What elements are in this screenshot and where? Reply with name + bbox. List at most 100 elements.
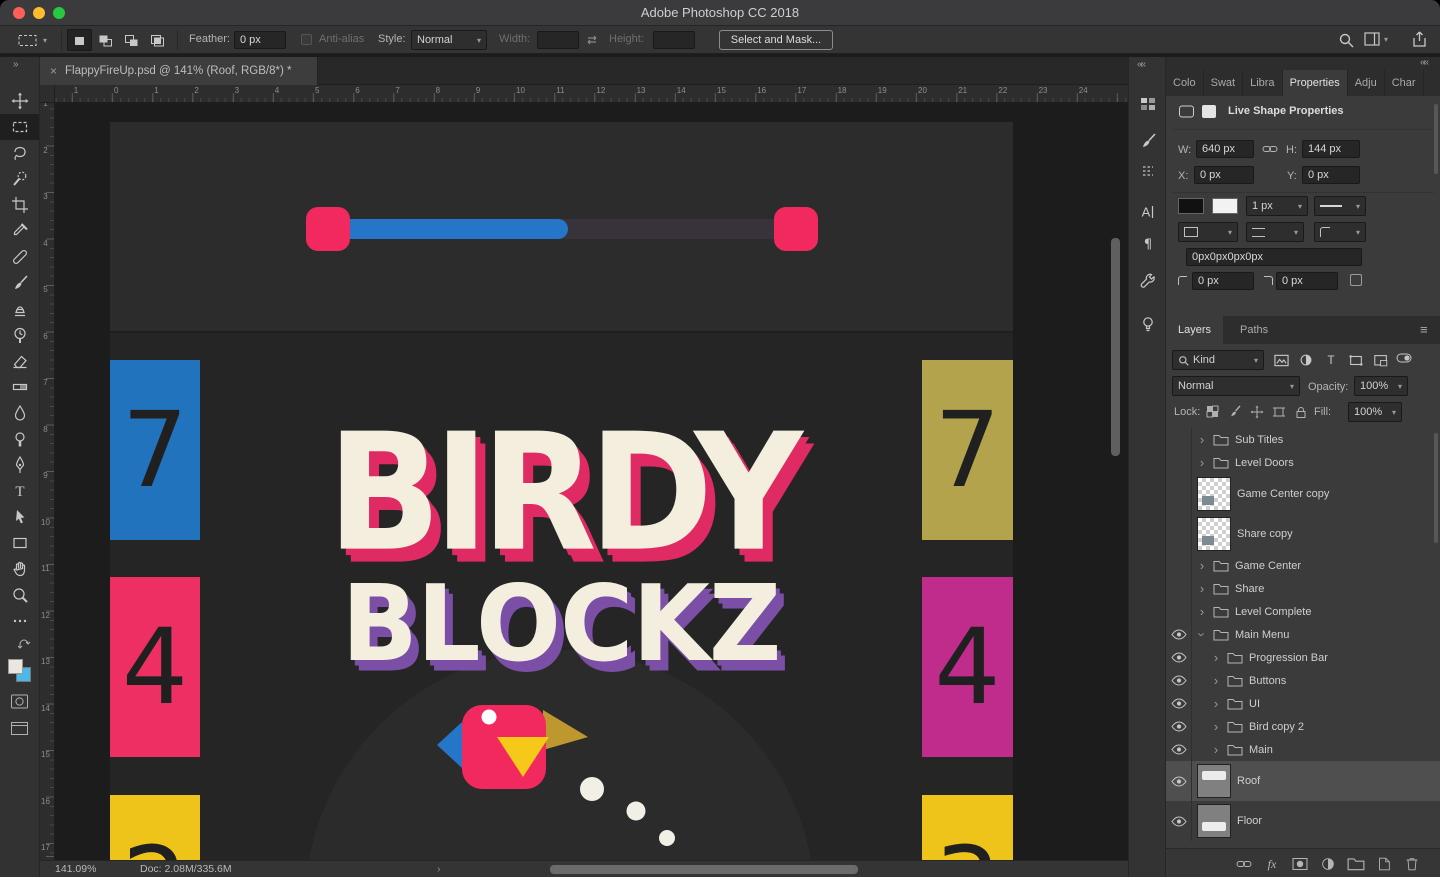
group-expand-arrow[interactable]: ›	[1197, 604, 1207, 619]
search-icon[interactable]	[1337, 32, 1355, 48]
visibility-eye-icon[interactable]	[1166, 669, 1192, 692]
group-expand-arrow[interactable]: ›	[1211, 673, 1221, 688]
visibility-toggle[interactable]	[1166, 554, 1192, 577]
fill-input[interactable]: 100%▾	[1348, 402, 1402, 422]
tool-presets-panel-icon[interactable]	[1129, 268, 1167, 294]
shape-height-input[interactable]: 144 px	[1302, 140, 1360, 158]
eraser-tool[interactable]	[0, 348, 39, 374]
document-canvas[interactable]: BIRDY BLOCKZ 742743	[110, 122, 1013, 877]
opacity-input[interactable]: 100%▾	[1354, 376, 1408, 396]
brush-settings-panel-icon[interactable]	[1129, 158, 1167, 184]
lock-transparency-icon[interactable]	[1204, 404, 1222, 420]
zoom-tool[interactable]	[0, 582, 39, 608]
zoom-level[interactable]: 141.09%	[55, 863, 96, 875]
horizontal-scrollbar-thumb[interactable]	[550, 865, 858, 874]
layer-row[interactable]: ›Bird copy 2	[1166, 715, 1440, 738]
scrollbar-thumb[interactable]	[1111, 238, 1120, 456]
visibility-eye-icon[interactable]	[1166, 738, 1192, 761]
fill-color-swatch[interactable]	[1178, 198, 1204, 214]
close-tab-icon[interactable]: ×	[50, 64, 57, 78]
group-expand-arrow[interactable]: ›	[1211, 650, 1221, 665]
group-expand-arrow[interactable]: ›	[1211, 696, 1221, 711]
corner-radius-tr-input[interactable]: 0 px	[1276, 272, 1338, 290]
layer-filter-type-select[interactable]: Kind ▾	[1172, 350, 1264, 370]
layer-thumbnail[interactable]	[1197, 477, 1231, 511]
layers-scrollbar-thumb[interactable]	[1434, 433, 1438, 543]
layer-row[interactable]: ›Main Menu	[1166, 623, 1440, 646]
share-icon[interactable]	[1412, 31, 1427, 48]
shape-x-input[interactable]: 0 px	[1194, 166, 1254, 184]
hand-tool[interactable]	[0, 556, 39, 582]
canvas-viewport[interactable]: BIRDY BLOCKZ 742743	[55, 103, 1128, 877]
rectangular-marquee-tool[interactable]	[0, 114, 39, 140]
corner-radius-summary-input[interactable]: 0px0px0px0px	[1186, 248, 1362, 266]
lock-position-icon[interactable]	[1248, 404, 1266, 420]
visibility-toggle[interactable]	[1166, 600, 1192, 623]
width-input[interactable]	[537, 31, 579, 49]
visibility-toggle[interactable]	[1166, 474, 1192, 514]
dodge-tool[interactable]	[0, 426, 39, 452]
panel-tab-char[interactable]: Char	[1385, 70, 1424, 96]
visibility-toggle[interactable]	[1166, 451, 1192, 474]
layer-row[interactable]: ›Level Doors	[1166, 451, 1440, 474]
panel-tab-properties[interactable]: Properties	[1283, 70, 1348, 96]
zoom-window-button[interactable]	[53, 7, 65, 19]
lock-pixels-icon[interactable]	[1226, 404, 1244, 420]
visibility-eye-icon[interactable]	[1166, 801, 1192, 841]
swap-width-height-icon[interactable]	[585, 34, 599, 46]
layer-row[interactable]: ›Share	[1166, 577, 1440, 600]
add-mask-icon[interactable]	[1290, 854, 1310, 874]
ruler-origin[interactable]	[40, 85, 55, 103]
group-expand-arrow[interactable]: ›	[1197, 558, 1207, 573]
group-expand-arrow[interactable]: ›	[1197, 581, 1207, 596]
layer-thumbnail[interactable]	[1197, 764, 1231, 798]
horizontal-ruler[interactable]: 1012345678910111213141516171819202122232…	[55, 85, 1128, 103]
layer-row[interactable]: Roof	[1166, 761, 1440, 801]
panel-tab-swat[interactable]: Swat	[1204, 70, 1243, 96]
screen-mode-icon[interactable]	[10, 721, 29, 736]
stroke-corners-select[interactable]: ▾	[1314, 222, 1366, 242]
lock-all-icon[interactable]	[1292, 404, 1310, 420]
history-brush-tool[interactable]	[0, 322, 39, 348]
layer-thumbnail[interactable]	[1197, 517, 1231, 551]
quick-selection-tool[interactable]	[0, 166, 39, 192]
learn-panel-icon[interactable]	[1129, 311, 1167, 337]
visibility-eye-icon[interactable]	[1166, 646, 1192, 669]
stroke-caps-select[interactable]: ▾	[1246, 222, 1304, 242]
brush-tool[interactable]	[0, 270, 39, 296]
stroke-type-select[interactable]: ▾	[1314, 196, 1366, 216]
move-tool[interactable]	[0, 88, 39, 114]
quick-mask-mode-icon[interactable]	[10, 693, 29, 710]
layer-row[interactable]: Share copy	[1166, 514, 1440, 554]
workspace-switcher[interactable]: ▾	[1364, 32, 1388, 46]
paragraph-panel-icon[interactable]: ¶	[1129, 231, 1167, 257]
panel-tab-libra[interactable]: Libra	[1243, 70, 1282, 96]
visibility-toggle[interactable]	[1166, 428, 1192, 451]
close-window-button[interactable]	[13, 7, 25, 19]
document-tab[interactable]: × FlappyFireUp.psd @ 141% (Roof, RGB/8*)…	[40, 57, 318, 85]
status-expand-icon[interactable]: ›	[437, 863, 441, 875]
rectangle-tool[interactable]	[0, 530, 39, 556]
foreground-color-swatch[interactable]	[8, 659, 23, 674]
collapse-tools-icon[interactable]: »	[13, 59, 17, 70]
expand-dock-icon[interactable]: ««	[1137, 59, 1144, 70]
panel-menu-icon[interactable]: ≡	[1420, 322, 1428, 337]
link-layers-icon[interactable]	[1234, 854, 1254, 874]
tab-layers[interactable]: Layers	[1166, 316, 1223, 344]
delete-layer-icon[interactable]	[1402, 854, 1422, 874]
stroke-align-select[interactable]: ▾	[1178, 222, 1238, 242]
stroke-color-swatch[interactable]	[1212, 198, 1238, 214]
spot-healing-brush-tool[interactable]	[0, 244, 39, 270]
link-dimensions-icon[interactable]	[1262, 142, 1278, 156]
group-expand-arrow[interactable]: ›	[1211, 742, 1221, 757]
group-expand-arrow[interactable]: ›	[1197, 432, 1207, 447]
adjustment-fill-icon[interactable]	[1318, 854, 1338, 874]
blend-mode-select[interactable]: Normal▾	[1172, 376, 1300, 396]
visibility-eye-icon[interactable]	[1166, 692, 1192, 715]
group-expand-arrow[interactable]: ›	[1195, 630, 1210, 640]
layer-style-fx-icon[interactable]: fx	[1262, 854, 1282, 874]
swap-colors-icon[interactable]	[18, 639, 31, 651]
corner-radius-tl-input[interactable]: 0 px	[1192, 272, 1254, 290]
lasso-tool[interactable]	[0, 140, 39, 166]
layer-row[interactable]: ›Game Center	[1166, 554, 1440, 577]
